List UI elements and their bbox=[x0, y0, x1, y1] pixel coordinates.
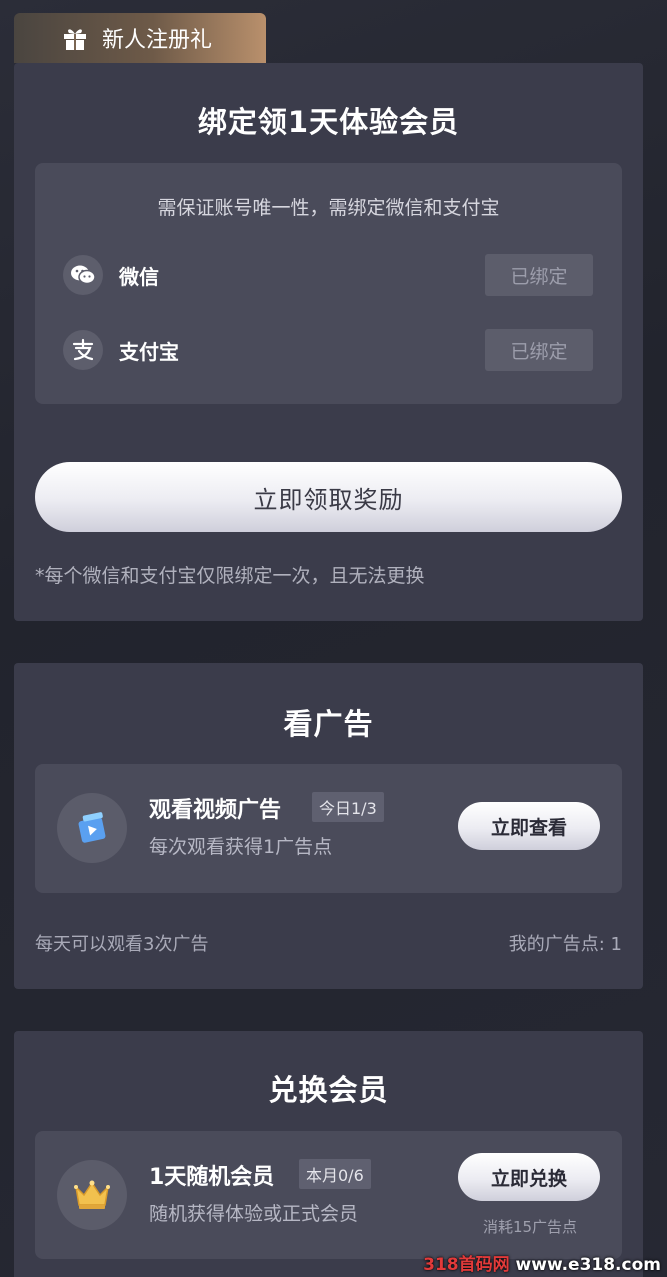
watermark-brand: 318首码网 bbox=[423, 1255, 510, 1275]
redeem-offer-title: 1天随机会员 bbox=[149, 1165, 275, 1190]
redeem-offer-desc: 随机获得体验或正式会员 bbox=[149, 1203, 359, 1225]
ad-offer-panel: 观看视频广告 今日1/3 每次观看获得1广告点 立即查看 bbox=[35, 764, 622, 893]
ad-offer-title: 观看视频广告 bbox=[149, 798, 282, 823]
redeem-cost: 消耗15广告点 bbox=[482, 1218, 578, 1236]
video-ad-icon bbox=[57, 793, 127, 863]
redeem-button[interactable]: 立即兑换 bbox=[458, 1153, 600, 1201]
watermark-url: www.e318.com bbox=[509, 1255, 661, 1275]
watermark: 318首码网 www.e318.com bbox=[423, 1250, 661, 1275]
alipay-icon bbox=[63, 330, 103, 370]
wechat-icon bbox=[63, 255, 103, 295]
redeem-card-title: 兑换会员 bbox=[268, 1073, 389, 1107]
ad-daily-limit: 每天可以观看3次广告 bbox=[35, 934, 209, 955]
bind-row-wechat: 微信 已绑定 bbox=[63, 254, 593, 296]
bind-card-title: 绑定领1天体验会员 bbox=[197, 105, 460, 139]
redeem-monthly-badge: 本月0/6 bbox=[299, 1159, 371, 1189]
alipay-label: 支付宝 bbox=[119, 339, 179, 364]
bind-note: *每个微信和支付宝仅限绑定一次，且无法更换 bbox=[35, 565, 425, 587]
bind-row-alipay: 支付宝 已绑定 bbox=[63, 329, 593, 371]
crown-icon bbox=[57, 1160, 127, 1230]
bind-card: 绑定领1天体验会员 需保证账号唯一性，需绑定微信和支付宝 微信 已绑定 支付宝 … bbox=[14, 63, 643, 621]
wechat-bound-button[interactable]: 已绑定 bbox=[485, 254, 593, 296]
bind-subtitle: 需保证账号唯一性，需绑定微信和支付宝 bbox=[157, 197, 500, 219]
ad-offer-desc: 每次观看获得1广告点 bbox=[149, 836, 333, 858]
tab-label: 新人注册礼 bbox=[102, 28, 213, 53]
gift-icon bbox=[64, 29, 86, 50]
ad-card: 看广告 观看视频广告 今日1/3 每次观看获得1广告点 立即查看 每天可以观看3… bbox=[14, 663, 643, 989]
alipay-bound-button[interactable]: 已绑定 bbox=[485, 329, 593, 371]
ad-daily-badge: 今日1/3 bbox=[312, 792, 384, 822]
wechat-label: 微信 bbox=[119, 264, 159, 289]
redeem-card: 兑换会员 1天随机会员 本月0/6 随机获得体验或正式会员 立即兑换 消耗15广… bbox=[14, 1031, 643, 1277]
ad-card-title: 看广告 bbox=[283, 707, 374, 741]
my-ad-points: 我的广告点: 1 bbox=[508, 934, 622, 955]
new-user-gift-tab[interactable]: 新人注册礼 bbox=[14, 13, 266, 63]
claim-reward-button[interactable]: 立即领取奖励 bbox=[35, 462, 622, 532]
watch-ad-button[interactable]: 立即查看 bbox=[458, 802, 600, 850]
redeem-offer-panel: 1天随机会员 本月0/6 随机获得体验或正式会员 立即兑换 消耗15广告点 bbox=[35, 1131, 622, 1259]
bind-panel: 需保证账号唯一性，需绑定微信和支付宝 微信 已绑定 支付宝 已绑定 bbox=[35, 163, 622, 404]
